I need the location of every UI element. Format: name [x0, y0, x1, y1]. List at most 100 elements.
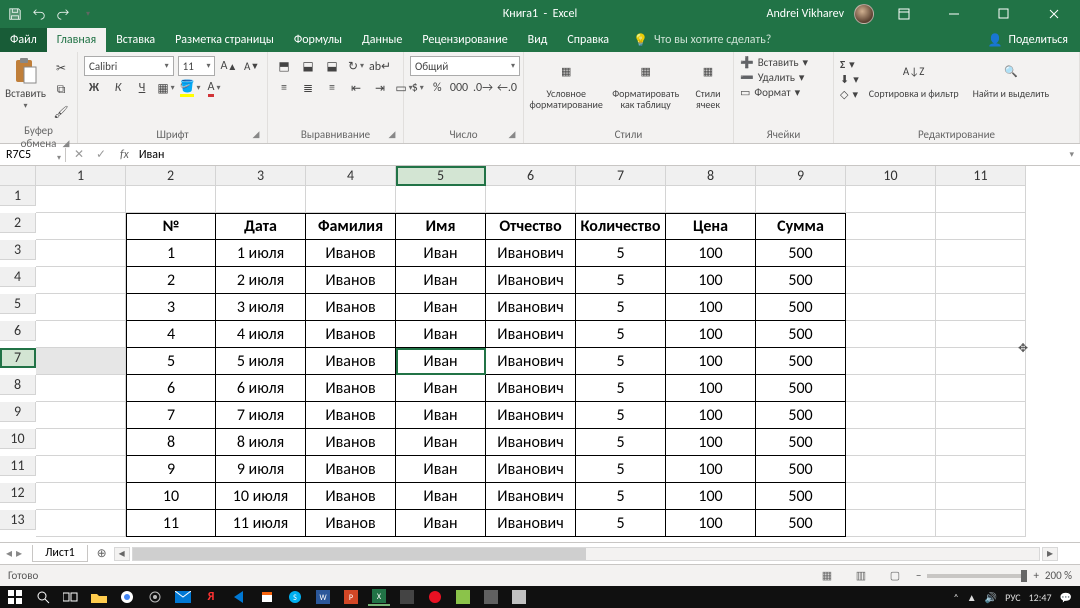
cell[interactable]: [36, 402, 126, 429]
cell[interactable]: 5: [576, 402, 666, 429]
app-icon-3[interactable]: [452, 588, 474, 606]
cell[interactable]: Иванович: [486, 402, 576, 429]
cell[interactable]: 500: [756, 294, 846, 321]
row-header[interactable]: 9: [0, 402, 36, 422]
cell[interactable]: [936, 186, 1026, 213]
row-header[interactable]: 7: [0, 348, 36, 368]
cell[interactable]: Дата: [216, 213, 306, 240]
align-launcher-icon[interactable]: ◢: [387, 129, 397, 139]
cell[interactable]: [846, 240, 936, 267]
cell[interactable]: 1: [126, 240, 216, 267]
cell[interactable]: [846, 348, 936, 375]
cell[interactable]: [36, 483, 126, 510]
save-icon[interactable]: [8, 7, 22, 21]
cell[interactable]: Иванович: [486, 375, 576, 402]
cell[interactable]: 500: [756, 321, 846, 348]
row-header[interactable]: 4: [0, 267, 36, 287]
row-header[interactable]: 1: [0, 186, 36, 206]
cell[interactable]: [846, 483, 936, 510]
cell[interactable]: Иван: [396, 348, 486, 375]
tab-рецензирование[interactable]: Рецензирование: [412, 28, 517, 52]
tab-главная[interactable]: Главная: [47, 28, 106, 52]
cell[interactable]: Иван: [396, 429, 486, 456]
cell[interactable]: [846, 375, 936, 402]
copy-icon[interactable]: ⧉: [51, 80, 71, 100]
ribbon-options-icon[interactable]: [884, 0, 924, 28]
cell[interactable]: Иван: [396, 294, 486, 321]
fill-color-icon[interactable]: 🪣: [180, 78, 200, 98]
cell[interactable]: 5: [576, 429, 666, 456]
share-button[interactable]: 👤 Поделиться: [976, 28, 1080, 52]
qat-customize-icon[interactable]: [80, 7, 94, 21]
cell[interactable]: 500: [756, 402, 846, 429]
select-all-corner[interactable]: [0, 166, 36, 186]
cell[interactable]: [846, 321, 936, 348]
cell[interactable]: 10 июля: [216, 483, 306, 510]
tray-expand-icon[interactable]: ˄: [953, 591, 958, 604]
cell[interactable]: [36, 348, 126, 375]
increase-font-icon[interactable]: A▲: [219, 56, 238, 76]
tab-формулы[interactable]: Формулы: [284, 28, 352, 52]
minimize-button[interactable]: [934, 0, 974, 28]
chrome-icon[interactable]: [116, 588, 138, 606]
cut-icon[interactable]: ✂: [51, 58, 71, 78]
tray-lang[interactable]: РУС: [1005, 591, 1021, 604]
zoom-level[interactable]: 200 %: [1045, 569, 1072, 582]
accounting-icon[interactable]: $: [410, 78, 426, 98]
app-icon-4[interactable]: [480, 588, 502, 606]
settings-icon[interactable]: [144, 588, 166, 606]
col-header[interactable]: 1: [36, 166, 126, 186]
row-header[interactable]: 3: [0, 240, 36, 260]
cell[interactable]: 5: [576, 456, 666, 483]
cell[interactable]: Иван: [396, 510, 486, 537]
cell[interactable]: [36, 186, 126, 213]
cell[interactable]: Иванов: [306, 402, 396, 429]
clear-button[interactable]: ◇▾: [840, 88, 859, 101]
cell[interactable]: Иванов: [306, 267, 396, 294]
cell[interactable]: Сумма: [756, 213, 846, 240]
align-left-icon[interactable]: ≡: [274, 78, 294, 98]
cell[interactable]: [936, 321, 1026, 348]
cell[interactable]: [936, 375, 1026, 402]
cell[interactable]: Имя: [396, 213, 486, 240]
cell[interactable]: [846, 510, 936, 537]
cell[interactable]: [396, 186, 486, 213]
cell[interactable]: Иванович: [486, 321, 576, 348]
col-header[interactable]: 11: [936, 166, 1026, 186]
cell[interactable]: 7 июля: [216, 402, 306, 429]
task-view-icon[interactable]: [60, 588, 82, 606]
cell[interactable]: [846, 267, 936, 294]
col-header[interactable]: 8: [666, 166, 756, 186]
cell[interactable]: [936, 456, 1026, 483]
cell[interactable]: 100: [666, 483, 756, 510]
cell[interactable]: 4: [126, 321, 216, 348]
cell[interactable]: [936, 429, 1026, 456]
add-sheet-icon[interactable]: ⊕: [92, 546, 112, 561]
app-icon-2[interactable]: [424, 588, 446, 606]
cell[interactable]: 100: [666, 375, 756, 402]
cell[interactable]: Иван: [396, 456, 486, 483]
format-as-table-button[interactable]: ▦Форматировать как таблицу: [608, 56, 683, 112]
cell[interactable]: №: [126, 213, 216, 240]
cell[interactable]: 500: [756, 375, 846, 402]
mail-icon[interactable]: [172, 588, 194, 606]
cell[interactable]: Иван: [396, 402, 486, 429]
cell[interactable]: [126, 186, 216, 213]
tab-разметка страницы[interactable]: Разметка страницы: [165, 28, 284, 52]
cell[interactable]: 500: [756, 348, 846, 375]
cell[interactable]: [36, 510, 126, 537]
cell[interactable]: 11 июля: [216, 510, 306, 537]
normal-view-icon[interactable]: ▦: [814, 568, 840, 584]
cell[interactable]: 500: [756, 510, 846, 537]
cell[interactable]: Иван: [396, 321, 486, 348]
tell-me[interactable]: 💡 Что вы хотите сделать?: [633, 28, 771, 52]
cell[interactable]: 4 июля: [216, 321, 306, 348]
sort-filter-button[interactable]: A↓ZСортировка и фильтр: [865, 56, 963, 101]
cell[interactable]: [846, 402, 936, 429]
decrease-indent-icon[interactable]: ⇤: [346, 78, 366, 98]
cell[interactable]: 5: [576, 348, 666, 375]
cell[interactable]: 5 июля: [216, 348, 306, 375]
decrease-font-icon[interactable]: A▼: [242, 56, 261, 76]
search-icon[interactable]: [32, 588, 54, 606]
tab-file[interactable]: Файл: [0, 28, 47, 52]
